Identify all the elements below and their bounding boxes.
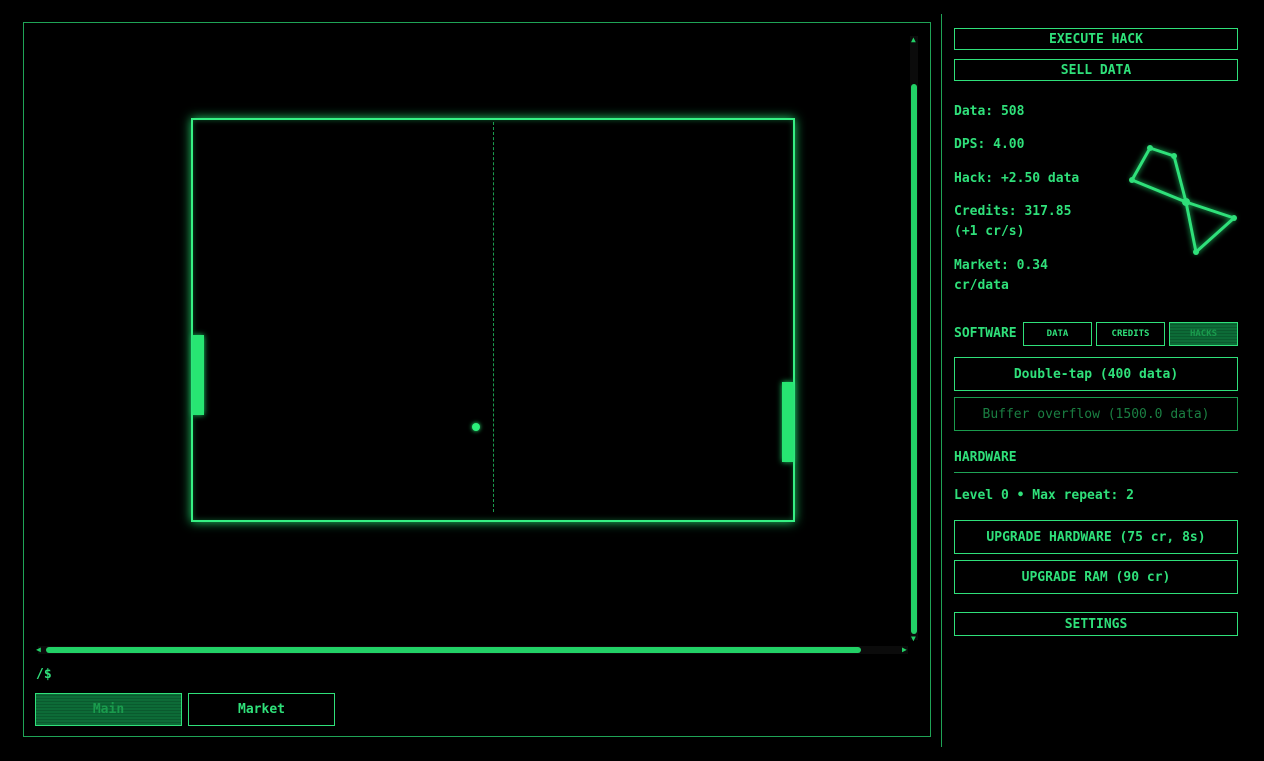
tab-market[interactable]: Market (188, 693, 335, 726)
scroll-right-icon[interactable]: ▶ (902, 646, 907, 654)
credits-stat: Credits: 317.85 (+1 cr/s) (954, 204, 1072, 239)
execute-hack-button[interactable]: EXECUTE HACK (954, 28, 1238, 50)
scroll-down-icon[interactable]: ▼ (911, 635, 916, 643)
settings-button[interactable]: SETTINGS (954, 612, 1238, 636)
hardware-divider (954, 472, 1238, 473)
data-stat: Data: 508 (954, 104, 1025, 119)
software-tab-data[interactable]: DATA (1023, 322, 1092, 346)
vertical-scrollbar[interactable] (910, 36, 918, 640)
horizontal-scroll-thumb[interactable] (46, 647, 861, 653)
upgrade-ram-button[interactable]: UPGRADE RAM (90 cr) (954, 560, 1238, 594)
sell-data-button[interactable]: SELL DATA (954, 59, 1238, 81)
dps-stat: DPS: 4.00 (954, 137, 1025, 152)
software-tab-hacks[interactable]: HACKS (1169, 322, 1238, 346)
hardware-status: Level 0 • Max repeat: 2 (954, 488, 1135, 503)
hardware-label: HARDWARE (954, 450, 1017, 465)
buffer-overflow-button[interactable]: Buffer overflow (1500.0 data) (954, 397, 1238, 431)
scroll-up-icon[interactable]: ▲ (911, 36, 916, 44)
scroll-left-icon[interactable]: ◀ (36, 646, 41, 654)
center-line (493, 122, 494, 512)
right-paddle (782, 382, 793, 462)
panel-divider (941, 14, 942, 747)
constellation-logo-icon (1129, 145, 1237, 255)
market-stat: Market: 0.34 cr/data (954, 258, 1048, 293)
vertical-scroll-thumb[interactable] (911, 84, 917, 634)
terminal-prompt: /$ (36, 667, 52, 682)
pong-field[interactable] (191, 118, 795, 522)
ball (472, 423, 480, 431)
software-tab-credits[interactable]: CREDITS (1096, 322, 1165, 346)
left-paddle (193, 335, 204, 415)
horizontal-scrollbar[interactable] (38, 646, 908, 654)
software-label: SOFTWARE (954, 326, 1017, 341)
hack-stat: Hack: +2.50 data (954, 171, 1080, 186)
double-tap-button[interactable]: Double-tap (400 data) (954, 357, 1238, 391)
tab-main[interactable]: Main (35, 693, 182, 726)
upgrade-hardware-button[interactable]: UPGRADE HARDWARE (75 cr, 8s) (954, 520, 1238, 554)
